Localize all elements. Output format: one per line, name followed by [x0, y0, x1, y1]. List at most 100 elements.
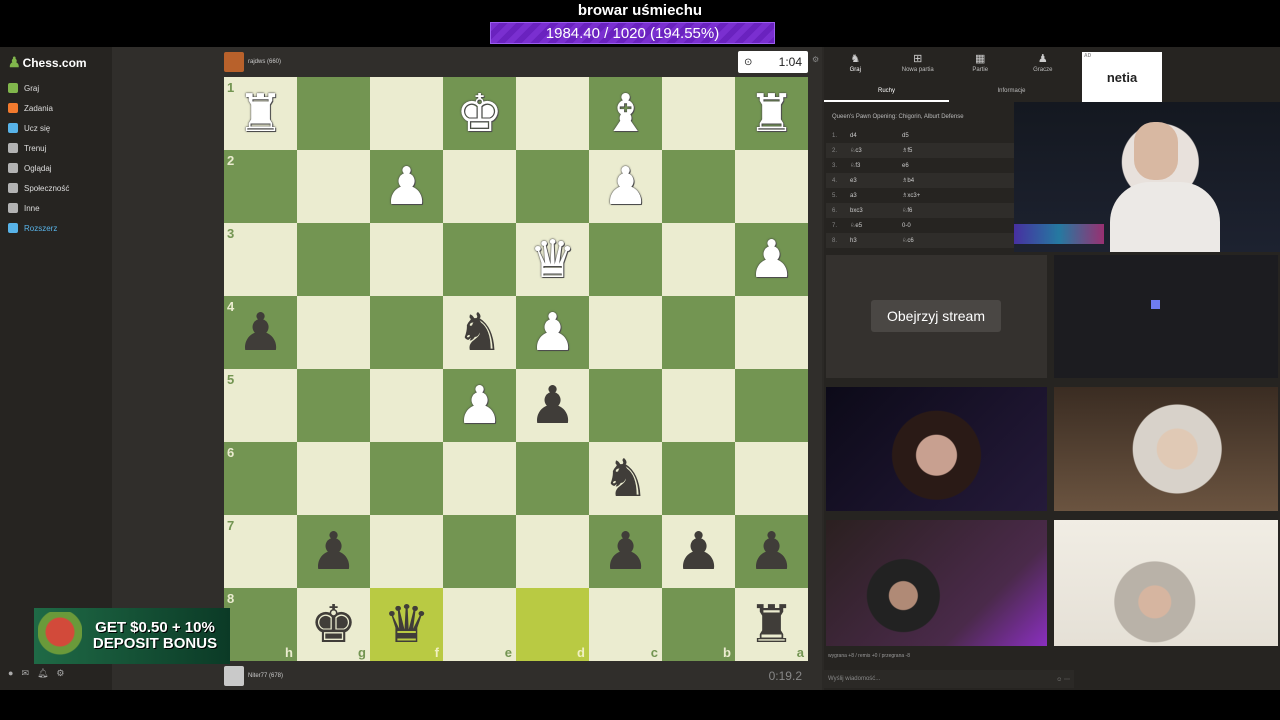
tab-0[interactable]: ♞ Graj: [824, 52, 887, 84]
white-queen-icon[interactable]: ♛: [529, 234, 576, 286]
player-top-name[interactable]: rajdws (660): [248, 59, 281, 65]
board-square[interactable]: a ♜: [735, 588, 808, 661]
board-square[interactable]: b: [662, 588, 735, 661]
chess-logo[interactable]: ♟ Chess.com: [8, 54, 87, 71]
board-square[interactable]: [662, 223, 735, 296]
move-black[interactable]: ♗b4: [902, 177, 954, 184]
white-pawn-icon[interactable]: ♟: [748, 234, 795, 286]
ad-choices-icon[interactable]: AD: [1084, 53, 1091, 59]
board-square[interactable]: [662, 150, 735, 223]
board-square[interactable]: [662, 369, 735, 442]
black-pawn-icon[interactable]: ♟: [237, 307, 284, 359]
emoji-icon[interactable]: ☺ ⋯: [1056, 676, 1070, 683]
board-square[interactable]: ♟: [589, 515, 662, 588]
black-pawn-icon[interactable]: ♟: [602, 526, 649, 578]
board-square[interactable]: [297, 223, 370, 296]
bell-icon[interactable]: 🔔︎: [37, 668, 48, 679]
board-square[interactable]: ♟: [516, 296, 589, 369]
board-square[interactable]: ♟: [662, 515, 735, 588]
board-square[interactable]: [443, 442, 516, 515]
board-square[interactable]: 5: [224, 369, 297, 442]
board-square[interactable]: [297, 296, 370, 369]
move-white[interactable]: bxc3: [850, 208, 902, 214]
board-square[interactable]: 1 ♜: [224, 77, 297, 150]
move-black[interactable]: ♗xc3+: [902, 192, 954, 199]
white-king-icon[interactable]: ♚: [456, 88, 503, 140]
board-square[interactable]: [662, 77, 735, 150]
white-bishop-icon[interactable]: ♝: [602, 88, 649, 140]
board-square[interactable]: [735, 150, 808, 223]
board-square[interactable]: [443, 223, 516, 296]
board-square[interactable]: c: [589, 588, 662, 661]
black-queen-icon[interactable]: ♛: [383, 599, 430, 651]
move-white[interactable]: h3: [850, 238, 902, 244]
move-white[interactable]: e3: [850, 178, 902, 184]
board-square[interactable]: [589, 223, 662, 296]
ad-banner[interactable]: GET $0.50 + 10% DEPOSIT BONUS: [34, 608, 230, 664]
board-square[interactable]: ♟: [370, 150, 443, 223]
black-pawn-icon[interactable]: ♟: [529, 380, 576, 432]
black-pawn-icon[interactable]: ♟: [675, 526, 722, 578]
board-square[interactable]: f ♛: [370, 588, 443, 661]
board-square[interactable]: [735, 296, 808, 369]
chess-board[interactable]: 1 ♜ ♚ ♝ ♜ 2 ♟ ♟ 3 ♛ ♟ 4 ♟ ♞ ♟ 5 ♟ ♟ 6 ♞ 7 ♟ ♟ ♟ ♟ 8 h g ♚ f ♛ e d c b a ♜: [224, 77, 808, 661]
tab-3[interactable]: ♟ Gracze: [1012, 52, 1075, 84]
board-square[interactable]: ♟: [735, 515, 808, 588]
move-white[interactable]: ♘f3: [850, 162, 902, 169]
move-white[interactable]: ♘c3: [850, 147, 902, 154]
move-black[interactable]: d5: [902, 133, 954, 139]
sidebar-item[interactable]: Inne: [8, 198, 69, 218]
board-square[interactable]: [370, 223, 443, 296]
board-square[interactable]: [662, 442, 735, 515]
move-white[interactable]: d4: [850, 133, 902, 139]
board-square[interactable]: e: [443, 588, 516, 661]
black-knight-icon[interactable]: ♞: [602, 453, 649, 505]
sponsor-ad[interactable]: AD netia: [1082, 52, 1162, 102]
board-square[interactable]: [589, 296, 662, 369]
subtab-1[interactable]: Informacje: [949, 88, 1074, 102]
player-bottom-name[interactable]: Niter77 (678): [248, 673, 283, 679]
avatar[interactable]: [224, 52, 244, 72]
move-black[interactable]: ♗f5: [902, 147, 954, 154]
move-white[interactable]: a3: [850, 193, 902, 199]
white-rook-icon[interactable]: ♜: [748, 88, 795, 140]
gear-icon[interactable]: ⚙: [56, 668, 64, 679]
message-box[interactable]: Wyślij wiadomość... ☺ ⋯: [824, 670, 1074, 688]
board-square[interactable]: 4 ♟: [224, 296, 297, 369]
gear-icon[interactable]: ⚙: [812, 55, 820, 64]
board-square[interactable]: 8h: [224, 588, 297, 661]
board-square[interactable]: ♛: [516, 223, 589, 296]
board-square[interactable]: [370, 442, 443, 515]
black-rook-icon[interactable]: ♜: [748, 599, 795, 651]
move-black[interactable]: 0-0: [902, 223, 954, 229]
board-square[interactable]: [516, 515, 589, 588]
board-square[interactable]: [297, 442, 370, 515]
board-square[interactable]: [297, 150, 370, 223]
board-square[interactable]: ♟: [516, 369, 589, 442]
board-square[interactable]: [589, 369, 662, 442]
board-square[interactable]: ♜: [735, 77, 808, 150]
board-square[interactable]: 7: [224, 515, 297, 588]
move-black[interactable]: ♘f6: [902, 207, 954, 214]
watch-stream-button[interactable]: Obejrzyj stream: [871, 300, 1001, 332]
board-square[interactable]: [516, 150, 589, 223]
board-square[interactable]: ♞: [589, 442, 662, 515]
board-square[interactable]: ♚: [443, 77, 516, 150]
sidebar-item[interactable]: Graj: [8, 78, 69, 98]
board-square[interactable]: 6: [224, 442, 297, 515]
board-square[interactable]: [370, 515, 443, 588]
board-square[interactable]: ♞: [443, 296, 516, 369]
white-pawn-icon[interactable]: ♟: [383, 161, 430, 213]
user-icon[interactable]: ●: [8, 668, 13, 679]
board-square[interactable]: 3: [224, 223, 297, 296]
white-pawn-icon[interactable]: ♟: [529, 307, 576, 359]
black-knight-icon[interactable]: ♞: [456, 307, 503, 359]
tab-1[interactable]: ⊞ Nowa partia: [887, 52, 950, 84]
board-square[interactable]: ♟: [297, 515, 370, 588]
board-square[interactable]: [735, 442, 808, 515]
board-square[interactable]: ♝: [589, 77, 662, 150]
board-square[interactable]: ♟: [443, 369, 516, 442]
board-square[interactable]: [662, 296, 735, 369]
tab-2[interactable]: ▦ Partie: [949, 52, 1012, 84]
move-black[interactable]: ♘c6: [902, 237, 954, 244]
